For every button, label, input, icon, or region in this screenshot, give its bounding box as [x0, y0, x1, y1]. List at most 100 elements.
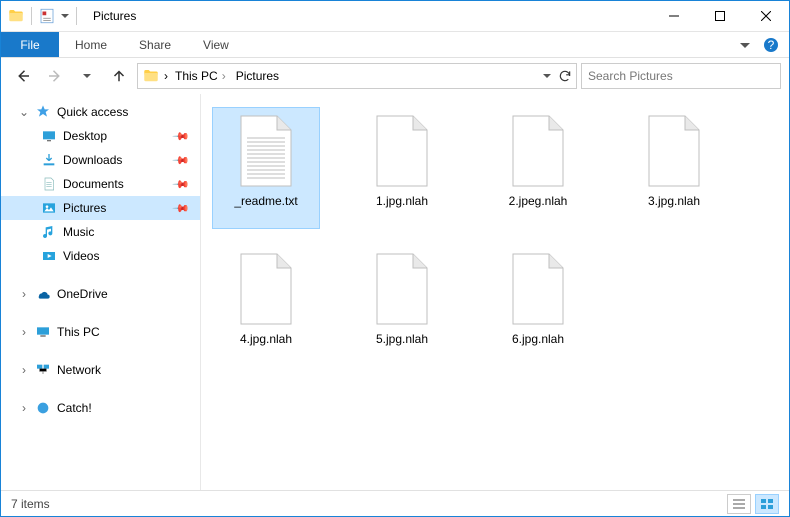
file-menu[interactable]: File — [1, 32, 59, 57]
file-icon — [507, 114, 569, 188]
refresh-icon[interactable] — [558, 69, 572, 83]
file-name: 6.jpg.nlah — [512, 332, 564, 346]
icons-view-button[interactable] — [755, 494, 779, 514]
file-item[interactable]: 4.jpg.nlah — [213, 246, 319, 366]
item-count: 7 items — [11, 497, 50, 511]
collapse-icon[interactable]: ⌄ — [19, 105, 29, 119]
svg-text:?: ? — [768, 38, 775, 52]
navigation-pane[interactable]: ⌄ Quick access Desktop📌 Downloads 📌 Docum… — [1, 94, 201, 490]
star-icon — [35, 104, 51, 120]
pin-icon: 📌 — [172, 199, 191, 218]
network-icon — [35, 362, 51, 378]
nav-onedrive[interactable]: ›OneDrive — [1, 282, 200, 306]
nav-label: Documents — [63, 177, 124, 191]
tab-share[interactable]: Share — [123, 32, 187, 57]
recent-dropdown-icon[interactable] — [73, 62, 101, 90]
dropdown-icon[interactable] — [60, 7, 70, 25]
nav-desktop[interactable]: Desktop📌 — [1, 124, 200, 148]
maximize-button[interactable] — [697, 1, 743, 31]
close-button[interactable] — [743, 1, 789, 31]
titlebar: Pictures — [1, 1, 789, 32]
window-controls — [651, 1, 789, 31]
forward-button[interactable] — [41, 62, 69, 90]
nav-label: This PC — [57, 325, 100, 339]
file-name: 5.jpg.nlah — [376, 332, 428, 346]
file-item[interactable]: 5.jpg.nlah — [349, 246, 455, 366]
file-icon — [643, 114, 705, 188]
desktop-icon — [41, 128, 57, 144]
nav-label: Videos — [63, 249, 99, 263]
nav-pictures[interactable]: Pictures 📌 — [1, 196, 200, 220]
file-item[interactable]: 1.jpg.nlah — [349, 108, 455, 228]
folder-icon — [7, 7, 25, 25]
folder-icon — [142, 67, 160, 85]
nav-label: Catch! — [57, 401, 92, 415]
file-item[interactable]: 6.jpg.nlah — [485, 246, 591, 366]
pin-icon: 📌 — [172, 151, 191, 170]
window-title: Pictures — [93, 9, 136, 23]
chevron-right-icon[interactable]: › — [222, 69, 226, 83]
nav-label: Downloads — [63, 153, 122, 167]
pin-icon: 📌 — [172, 127, 191, 146]
separator — [31, 7, 32, 25]
nav-label: Pictures — [63, 201, 106, 215]
music-icon — [41, 224, 57, 240]
nav-videos[interactable]: Videos — [1, 244, 200, 268]
downloads-icon — [41, 152, 57, 168]
pictures-icon — [41, 200, 57, 216]
expand-ribbon-icon[interactable] — [739, 39, 751, 51]
chevron-right-icon[interactable]: › — [164, 69, 168, 83]
back-button[interactable] — [9, 62, 37, 90]
help-icon[interactable]: ? — [763, 37, 779, 53]
file-name: 1.jpg.nlah — [376, 194, 428, 208]
pin-icon: 📌 — [172, 175, 191, 194]
breadcrumb-thispc[interactable]: This PC › — [172, 69, 229, 83]
breadcrumb-pictures[interactable]: Pictures — [233, 69, 282, 83]
file-name: _readme.txt — [234, 194, 297, 208]
catch-icon — [35, 400, 51, 416]
videos-icon — [41, 248, 57, 264]
file-icon — [371, 114, 433, 188]
separator — [76, 7, 77, 25]
expand-icon[interactable]: › — [19, 363, 29, 377]
file-icon — [507, 252, 569, 326]
thispc-icon — [35, 324, 51, 340]
up-button[interactable] — [105, 62, 133, 90]
search-input[interactable]: Search Pictures — [581, 63, 781, 89]
details-view-button[interactable] — [727, 494, 751, 514]
ribbon: File Home Share View ? — [1, 32, 789, 58]
explorer-window: Pictures File Home Share View ? › This P… — [0, 0, 790, 517]
dropdown-icon[interactable] — [542, 71, 552, 81]
nav-network[interactable]: › Network — [1, 358, 200, 382]
tab-home[interactable]: Home — [59, 32, 123, 57]
body: ⌄ Quick access Desktop📌 Downloads 📌 Docum… — [1, 94, 789, 490]
file-icon — [235, 252, 297, 326]
expand-icon[interactable]: › — [19, 325, 29, 339]
nav-catch[interactable]: › Catch! — [1, 396, 200, 420]
properties-icon[interactable] — [38, 7, 56, 25]
nav-label: Network — [57, 363, 101, 377]
tab-view[interactable]: View — [187, 32, 245, 57]
nav-documents[interactable]: Documents 📌 — [1, 172, 200, 196]
minimize-button[interactable] — [651, 1, 697, 31]
file-name: 3.jpg.nlah — [648, 194, 700, 208]
address-bar-row: › This PC › Pictures Search Pictures — [1, 58, 789, 94]
breadcrumb-label: Pictures — [236, 69, 279, 83]
address-bar[interactable]: › This PC › Pictures — [137, 63, 577, 89]
documents-icon — [41, 176, 57, 192]
file-icon — [235, 114, 297, 188]
nav-label: Music — [63, 225, 94, 239]
nav-thispc[interactable]: › This PC — [1, 320, 200, 344]
file-list[interactable]: _readme.txt 1.jpg.nlah 2.jpeg.nlah 3.jpg.nl… — [201, 94, 789, 490]
nav-label: Quick access — [57, 105, 128, 119]
expand-icon[interactable]: › — [19, 401, 29, 415]
expand-icon[interactable]: › — [19, 287, 29, 301]
file-name: 4.jpg.nlah — [240, 332, 292, 346]
nav-downloads[interactable]: Downloads 📌 — [1, 148, 200, 172]
nav-music[interactable]: Music — [1, 220, 200, 244]
file-item[interactable]: 2.jpeg.nlah — [485, 108, 591, 228]
nav-quick-access[interactable]: ⌄ Quick access — [1, 100, 200, 124]
file-item[interactable]: 3.jpg.nlah — [621, 108, 727, 228]
breadcrumb-label: This PC — [175, 69, 218, 83]
file-item[interactable]: _readme.txt — [213, 108, 319, 228]
